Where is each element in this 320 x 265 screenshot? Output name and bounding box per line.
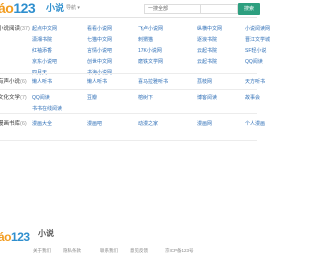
footer-logo-suffix: 小说 [38, 229, 54, 238]
category-link[interactable]: 17K小说网 [138, 48, 162, 55]
category-link[interactable]: SF轻小说 [245, 48, 266, 55]
footer-link[interactable]: 京ICP备123号 [165, 248, 194, 254]
category-link[interactable]: 创世中文网 [87, 59, 112, 66]
category-link[interactable]: 天方听书 [245, 79, 265, 86]
category-link[interactable]: QQ阅读 [32, 95, 50, 102]
footer-link[interactable]: 联系我们 [100, 248, 118, 254]
footer-link[interactable]: 意见反馈 [130, 248, 148, 254]
footer-link[interactable]: 关于我们 [33, 248, 51, 254]
search-scope-select[interactable]: 一搜全部 [144, 4, 201, 14]
footer-link[interactable]: 隐私条款 [63, 248, 81, 254]
section-label: 文化文学(7) [0, 95, 27, 101]
category-link[interactable]: 红袖添香 [32, 48, 52, 55]
category-link[interactable]: 懒人听书 [32, 79, 52, 86]
category-link[interactable]: 逐浪书院 [197, 37, 217, 44]
category-link[interactable]: 纵横中文网 [197, 26, 222, 33]
category-link[interactable]: 刺猬猫 [138, 37, 153, 44]
header-divider [0, 17, 257, 18]
section-divider [0, 89, 257, 90]
category-link[interactable]: 榕树下 [138, 95, 153, 102]
category-link[interactable]: 荔枝网 [197, 79, 212, 86]
section-label: 漫画书库(6) [0, 121, 27, 127]
category-link[interactable]: 小说阅读网 [245, 26, 270, 33]
category-link[interactable]: 七猫中文网 [87, 37, 112, 44]
category-link[interactable]: QQ阅读 [245, 59, 263, 66]
site-logo[interactable]: áo123 小说 [0, 1, 68, 16]
category-link[interactable]: 懒人听书 [87, 79, 107, 86]
section-divider [0, 140, 257, 141]
footer-logo-text: áo123 [0, 230, 30, 244]
search-button[interactable]: 搜索 [238, 3, 260, 15]
category-link[interactable]: 云起书院 [197, 59, 217, 66]
category-link[interactable]: 动漫之家 [138, 121, 158, 128]
category-link[interactable]: 书书在线阅读 [32, 106, 62, 113]
section-divider [0, 73, 257, 74]
section-label: 小说阅读(37) [0, 26, 30, 32]
category-link[interactable]: 漫画网 [197, 121, 212, 128]
site-header: áo123 小说 导航 ▾ 一搜全部 搜索 [0, 0, 260, 17]
section-label: 有声小说(6) [0, 79, 27, 85]
category-link[interactable]: 起点中文网 [32, 26, 57, 33]
category-link[interactable]: 晋江文学城 [245, 37, 270, 44]
logo-suffix: 小说 [46, 3, 65, 13]
category-link[interactable]: 潇湘书院 [32, 37, 52, 44]
category-link[interactable]: 故事会 [245, 95, 260, 102]
category-link[interactable]: 漫画吧 [87, 121, 102, 128]
category-link[interactable]: 云起书院 [197, 48, 217, 55]
category-link[interactable]: 看看小说网 [87, 26, 112, 33]
search-scope-label: 一搜全部 [148, 6, 169, 12]
category-link[interactable]: 言情小说吧 [87, 48, 112, 55]
category-link[interactable]: 飞卢小说网 [138, 26, 163, 33]
footer-logo[interactable]: áo123 小说 [0, 228, 58, 244]
category-link[interactable]: 漫画大全 [32, 121, 52, 128]
category-link[interactable]: 个人漫画 [245, 121, 265, 128]
category-link[interactable]: 喜马拉雅听书 [138, 79, 168, 86]
category-link[interactable]: 博客阅读 [197, 95, 217, 102]
category-link[interactable]: 京东小说吧 [32, 59, 57, 66]
logo-text: áo123 [0, 0, 36, 16]
section-divider [0, 113, 257, 114]
nav-dropdown-toggle[interactable]: 导航 ▾ [66, 5, 80, 11]
category-link[interactable]: 豆瓣 [87, 95, 97, 102]
category-link[interactable]: 磨铁文学网 [138, 59, 163, 66]
search-input[interactable] [197, 4, 238, 14]
